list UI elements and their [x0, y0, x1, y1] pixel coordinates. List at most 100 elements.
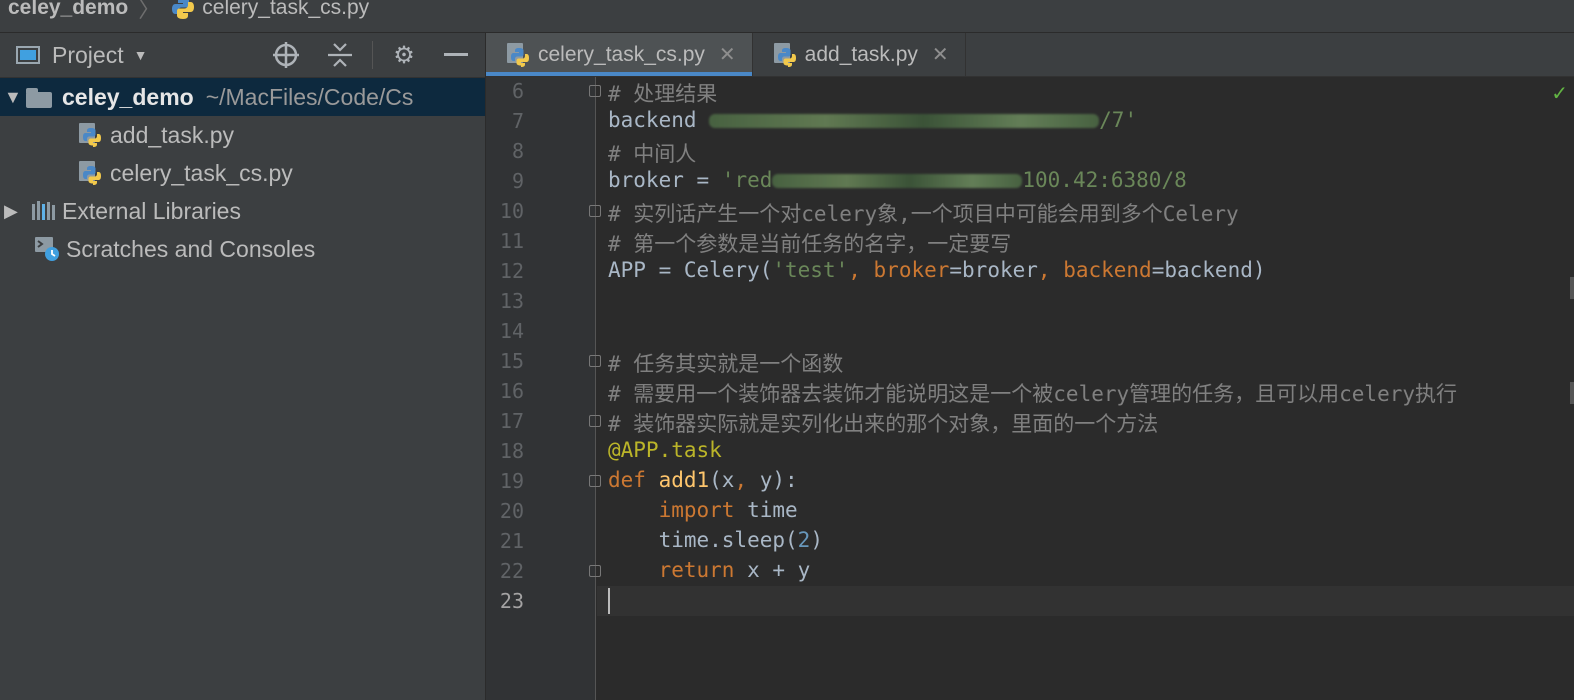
code-token: , [734, 468, 760, 492]
code-token: def [608, 468, 659, 492]
code-area[interactable]: 6 7 8 9 10 11 12 13 14 15 16 17 18 19 20 21 22 23 # 处理结果 b… [486, 77, 1574, 700]
hide-panel-icon[interactable] [442, 41, 470, 69]
python-file-icon [773, 42, 796, 67]
scratches-console-icon [35, 237, 59, 261]
tree-item-scratches[interactable]: Scratches and Consoles [0, 230, 485, 268]
line-number: 23 [499, 589, 524, 613]
tab-add-task[interactable]: add_task.py ✕ [753, 33, 966, 76]
code-token: =broker [949, 258, 1038, 282]
project-panel-header: Project ▼ ⚙ [0, 33, 485, 78]
line-number: 7 [511, 109, 524, 133]
line-number: 8 [511, 139, 524, 163]
code-token: APP = Celery( [608, 258, 773, 282]
python-file-icon [79, 123, 101, 147]
code-token: # 处理结果 [608, 82, 718, 106]
code-token: return [658, 558, 748, 582]
code-token: 2 [797, 528, 811, 552]
line-number: 10 [499, 199, 524, 223]
project-panel-icon [16, 46, 40, 64]
chevron-down-icon[interactable]: ▼ [134, 47, 148, 63]
breadcrumb-project[interactable]: celey_demo [8, 0, 128, 20]
tree-item-file[interactable]: add_task.py [0, 116, 485, 154]
tab-celery-task-cs[interactable]: celery_task_cs.py ✕ [486, 33, 753, 76]
code-line: import time [608, 498, 798, 522]
code-token: # 需要用一个装饰器去装饰才能说明这是一个被celery管理的任务，且可以用ce… [608, 382, 1457, 406]
tree-item-file[interactable]: celery_task_cs.py [0, 154, 485, 192]
close-icon[interactable]: ✕ [719, 42, 736, 67]
line-number: 17 [499, 409, 524, 433]
fold-marker-icon[interactable] [589, 415, 601, 427]
project-root-name: celey_demo [62, 83, 194, 110]
breadcrumb-file[interactable]: celery_task_cs.py [170, 0, 369, 21]
fold-marker-icon[interactable] [589, 85, 601, 97]
external-libraries-label: External Libraries [62, 197, 241, 224]
text-caret [608, 588, 610, 614]
tree-item-external-libraries[interactable]: ▶ External Libraries [0, 192, 485, 230]
code-line: # 实列话产生一个对celery象,一个项目中可能会用到多个Celery [608, 198, 1239, 228]
collapse-all-icon[interactable] [326, 41, 354, 69]
code-line: # 任务其实就是一个函数 [608, 348, 843, 378]
expand-arrow-icon[interactable]: ▼ [4, 87, 24, 108]
code-token: import [658, 498, 748, 522]
python-file-icon [507, 42, 529, 67]
project-root-path: ~/MacFiles/Code/Cs [205, 83, 414, 110]
line-number-gutter: 6 7 8 9 10 11 12 13 14 15 16 17 18 19 20 21 22 23 [486, 77, 596, 700]
line-number: 12 [499, 259, 524, 283]
code-token: broker [873, 258, 950, 282]
scratches-label: Scratches and Consoles [66, 235, 316, 262]
file-label: celery_task_cs.py [110, 159, 293, 186]
code-token: # 实列话产生一个对celery象,一个项目中可能会用到多个Celery [608, 202, 1239, 226]
project-tool-window: Project ▼ ⚙ ▼ celey_demo ~/MacFiles/Code… [0, 33, 486, 700]
code-token: # 装饰器实际就是实列化出来的那个对象，里面的一个方法 [608, 412, 1159, 436]
code-token: backend [608, 108, 710, 132]
code-token: backend [1063, 258, 1152, 282]
fold-marker-icon[interactable] [589, 355, 601, 367]
line-number: 18 [499, 439, 524, 463]
code-token: ) [810, 528, 823, 552]
python-file-icon [79, 161, 101, 185]
code-token: =backend) [1151, 258, 1266, 282]
line-number: 13 [499, 289, 524, 313]
header-divider [372, 41, 373, 69]
code-line: return x + y [608, 558, 811, 582]
code-token: (x [709, 468, 735, 492]
inspection-ok-check-icon[interactable]: ✓ [1551, 81, 1568, 106]
fold-marker-icon[interactable] [589, 475, 601, 487]
scrollbar-marker[interactable] [1570, 382, 1574, 404]
scrollbar-marker[interactable] [1570, 277, 1574, 299]
code-token: time.sleep( [608, 528, 798, 552]
project-view-selector[interactable]: Project [52, 42, 124, 69]
fold-marker-icon[interactable] [589, 205, 601, 217]
library-icon [32, 201, 55, 220]
navigation-bar: celey_demo 〉 celery_task_cs.py [0, 0, 1574, 33]
redacted-blur [709, 114, 1100, 128]
code-token: 100.42:6380/8 [1022, 168, 1187, 192]
gear-icon[interactable]: ⚙ [390, 41, 418, 69]
code-token: time [747, 498, 798, 522]
folder-icon [24, 86, 54, 108]
line-number: 14 [499, 319, 524, 343]
code-token: , [848, 258, 874, 282]
fold-marker-icon[interactable] [589, 565, 601, 577]
tab-label: add_task.py [804, 42, 918, 66]
code-token: @APP.task [608, 438, 722, 462]
code-token: x + y [747, 558, 811, 582]
code-token: , [1037, 258, 1064, 282]
locate-target-icon[interactable] [272, 41, 300, 69]
tab-label: celery_task_cs.py [538, 42, 705, 66]
code-line: @APP.task [608, 438, 722, 462]
expand-arrow-icon[interactable]: ▶ [4, 201, 24, 222]
close-icon[interactable]: ✕ [932, 42, 949, 67]
code-line: # 需要用一个装饰器去装饰才能说明这是一个被celery管理的任务，且可以用ce… [608, 378, 1457, 408]
tree-item-project-root[interactable]: ▼ celey_demo ~/MacFiles/Code/Cs [0, 78, 485, 116]
code-token: /7' [1099, 108, 1138, 132]
code-line: # 装饰器实际就是实列化出来的那个对象，里面的一个方法 [608, 408, 1158, 438]
code-line: backend /7' [608, 108, 1137, 132]
file-label: add_task.py [110, 121, 235, 148]
code-token: # 第一个参数是当前任务的名字，一定要写 [608, 232, 1012, 256]
python-file-icon [172, 0, 195, 19]
code-line: # 中间人 [608, 138, 696, 168]
code-line: # 第一个参数是当前任务的名字，一定要写 [608, 228, 1011, 258]
